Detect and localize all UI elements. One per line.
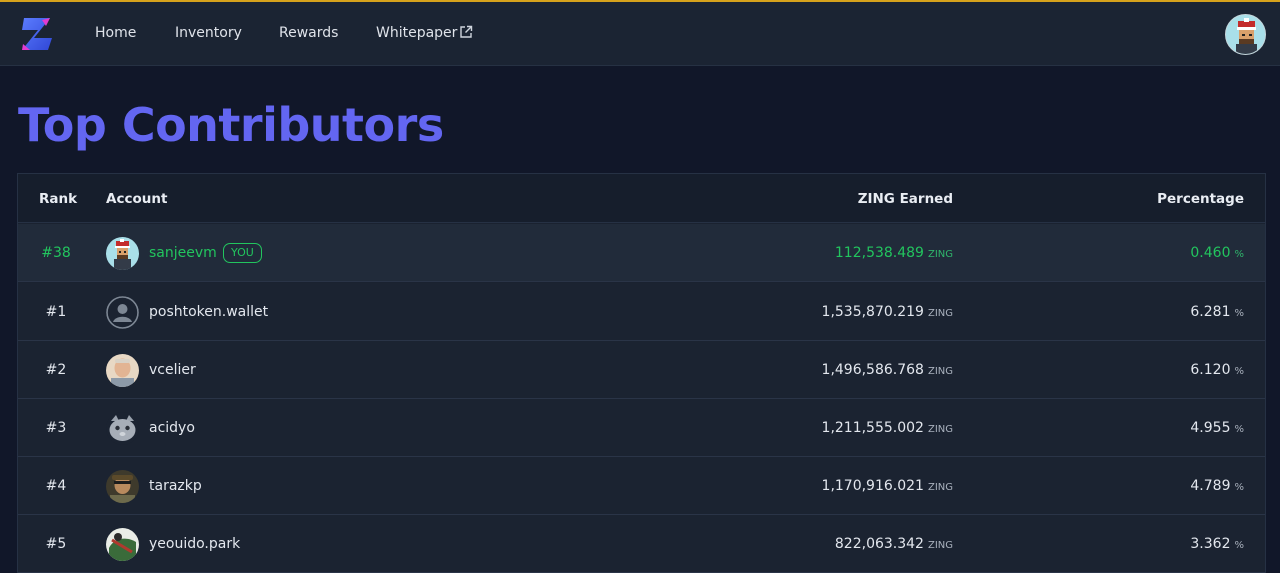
default-user-icon	[106, 296, 139, 329]
table-row-current-user[interactable]: #38 sanjeevm YOU 112,538.489 ZING 0.460%	[18, 224, 1265, 282]
account-avatar[interactable]	[106, 296, 139, 329]
account-avatar[interactable]	[106, 354, 139, 387]
rank-cell: #5	[45, 536, 67, 552]
rank-cell: #38	[41, 245, 71, 261]
zing-earned-cell: 1,496,586.768 ZING	[821, 362, 953, 378]
percentage-cell: 6.120%	[1190, 362, 1244, 378]
photo-avatar-icon	[106, 528, 139, 561]
nav-rewards-link[interactable]: Rewards	[279, 24, 338, 42]
rank-cell: #4	[45, 478, 67, 494]
percentage-cell: 6.281%	[1190, 304, 1244, 320]
zing-earned-cell: 112,538.489 ZING	[834, 245, 953, 261]
account-avatar[interactable]	[106, 412, 139, 445]
percentage-cell: 3.362%	[1190, 536, 1244, 552]
nav-whitepaper-link[interactable]: Whitepaper	[376, 24, 457, 42]
percentage-cell: 4.955%	[1190, 420, 1244, 436]
table-row[interactable]: #2 vcelier 1,496,586.768 ZING 6.120%	[18, 341, 1265, 399]
rank-cell: #3	[45, 420, 67, 436]
header-zing-earned: ZING Earned	[857, 191, 953, 207]
zing-logo-icon[interactable]	[20, 14, 56, 54]
nav-home-link[interactable]: Home	[95, 24, 136, 42]
account-name-link[interactable]: tarazkp	[149, 478, 202, 495]
table-row[interactable]: #1 poshtoken.wallet 1,535,870.219 ZING 6.…	[18, 283, 1265, 341]
percentage-cell: 0.460%	[1190, 245, 1244, 261]
table-row[interactable]: #5 yeouido.park 822,063.342 ZING 3.362%	[18, 515, 1265, 573]
pixel-avatar-icon	[1226, 15, 1265, 54]
zing-earned-cell: 1,211,555.002 ZING	[821, 420, 953, 436]
account-avatar[interactable]	[106, 470, 139, 503]
contributors-table: Rank Account ZING Earned Percentage #38 …	[17, 173, 1266, 573]
account-name-link[interactable]: vcelier	[149, 362, 196, 379]
cat-avatar-icon	[109, 415, 136, 441]
navbar: Home Inventory Rewards Whitepaper	[0, 2, 1280, 66]
account-avatar[interactable]	[106, 237, 139, 270]
rank-cell: #1	[45, 304, 67, 320]
percentage-cell: 4.789%	[1190, 478, 1244, 494]
account-name-link[interactable]: sanjeevm	[149, 245, 217, 262]
table-header: Rank Account ZING Earned Percentage	[18, 174, 1265, 223]
zing-earned-cell: 822,063.342 ZING	[834, 536, 953, 552]
user-avatar[interactable]	[1225, 14, 1266, 55]
header-percentage: Percentage	[1157, 191, 1244, 207]
zing-earned-cell: 1,535,870.219 ZING	[821, 304, 953, 320]
pixel-avatar-icon	[106, 237, 139, 270]
header-account: Account	[106, 191, 168, 207]
page-title: Top Contributors	[18, 98, 444, 152]
table-row[interactable]: #3 acidyo 1,211,555.002 ZING 4.955%	[18, 399, 1265, 457]
zing-earned-cell: 1,170,916.021 ZING	[821, 478, 953, 494]
header-rank: Rank	[39, 191, 78, 207]
nav-inventory-link[interactable]: Inventory	[175, 24, 242, 42]
account-name-link[interactable]: poshtoken.wallet	[149, 304, 268, 321]
rank-cell: #2	[45, 362, 67, 378]
photo-avatar-icon	[106, 354, 139, 387]
account-avatar[interactable]	[106, 528, 139, 561]
account-name-link[interactable]: yeouido.park	[149, 536, 240, 553]
account-name-link[interactable]: acidyo	[149, 420, 195, 437]
photo-avatar-icon	[106, 470, 139, 503]
external-link-icon[interactable]	[459, 25, 473, 39]
you-badge: YOU	[223, 243, 262, 263]
table-row[interactable]: #4 tarazkp 1,170,916.021 ZING 4.789%	[18, 457, 1265, 515]
